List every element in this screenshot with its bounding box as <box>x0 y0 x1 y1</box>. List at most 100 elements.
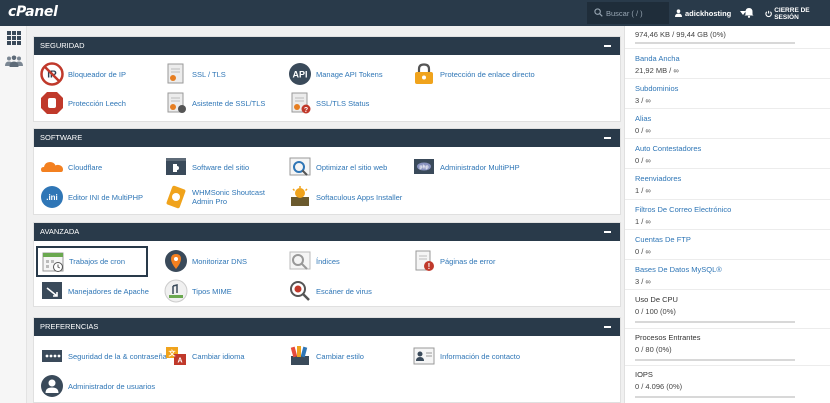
item-error-pages[interactable]: ! Páginas de error <box>412 247 495 275</box>
search-input[interactable] <box>606 6 666 20</box>
section-preferencias: PREFERENCIAS Seguridad de la & contraseñ… <box>33 317 621 403</box>
collapse-icon[interactable] <box>602 318 614 336</box>
section-header[interactable]: SOFTWARE <box>34 129 620 147</box>
svg-text:php: php <box>419 165 428 171</box>
logout-label: CIERRE DE SESIÓN <box>774 7 810 21</box>
divider <box>625 78 830 79</box>
divider <box>625 259 830 260</box>
gauge-icon <box>289 157 311 176</box>
stat-name[interactable]: Reenviadores <box>635 174 795 183</box>
logout-icon <box>765 10 772 18</box>
item-virus-scanner[interactable]: Escáner de virus <box>288 277 372 305</box>
item-multiphp-ini-editor[interactable]: .ini Editor INI de MultiPHP <box>40 183 143 211</box>
svg-text:!: ! <box>428 262 431 271</box>
apache-handlers-icon <box>42 282 62 299</box>
svg-text:A: A <box>177 358 182 365</box>
calendar-clock-icon <box>42 252 64 272</box>
virus-scanner-icon <box>290 281 310 301</box>
item-change-style[interactable]: Cambiar estilo <box>288 342 364 370</box>
item-ssl-wizard[interactable]: Asistente de SSL/TLS <box>164 89 265 117</box>
item-user-manager[interactable]: Administrador de usuarios <box>40 372 155 400</box>
stat-bandwidth: Banda Ancha 21,92 MB / ∞ <box>635 54 795 75</box>
item-indexes[interactable]: Índices <box>288 247 340 275</box>
stat-ftp-accounts: Cuentas De FTP 0 / ∞ <box>635 235 795 256</box>
collapse-icon[interactable] <box>602 223 614 241</box>
bell-icon[interactable] <box>744 7 754 18</box>
section-header[interactable]: PREFERENCIAS <box>34 318 620 336</box>
stat-mysql-databases: Bases De Datos MySQL® 3 / ∞ <box>635 265 795 286</box>
stat-value: 0 / ∞ <box>635 247 651 256</box>
puzzle-icon <box>166 158 186 175</box>
user-icon <box>675 9 682 17</box>
item-change-language[interactable]: 文 A Cambiar idioma <box>164 342 245 370</box>
item-whmsonic[interactable]: WHMSonic Shoutcast Admin Pro <box>164 183 276 211</box>
index-search-icon <box>289 251 311 270</box>
stat-progress-bar <box>635 321 795 323</box>
svg-text:?: ? <box>304 107 308 114</box>
stat-progress-bar <box>635 396 795 398</box>
item-hotlink-protection[interactable]: Protección de enlace directo <box>412 60 535 88</box>
section-header[interactable]: AVANZADA <box>34 223 620 241</box>
stat-value: 21,92 MB / ∞ <box>635 66 679 75</box>
item-optimize-website[interactable]: Optimizar el sitio web <box>288 153 387 181</box>
section-seguridad: SEGURIDAD IP Bloqueador de IP SSL / TLS … <box>33 36 621 122</box>
item-contact-info[interactable]: Información de contacto <box>412 342 520 370</box>
item-api-tokens[interactable]: API Manage API Tokens <box>288 60 383 88</box>
stat-name[interactable]: Alias <box>635 114 795 123</box>
stat-value: 3 / ∞ <box>635 96 651 105</box>
stat-entry-processes: Procesos Entrantes 0 / 80 (0%) <box>635 333 795 361</box>
section-title: AVANZADA <box>40 227 80 236</box>
divider <box>625 138 830 139</box>
item-apache-handlers[interactable]: Manejadores de Apache <box>40 277 149 305</box>
stat-name[interactable]: Auto Contestadores <box>635 144 795 153</box>
stat-progress-bar <box>635 359 795 361</box>
cpanel-logo[interactable]: cPanel <box>8 4 58 20</box>
item-ssl-tls[interactable]: SSL / TLS <box>164 60 226 88</box>
dns-monitor-icon <box>165 250 187 272</box>
logout-button[interactable]: CIERRE DE SESIÓN <box>765 7 830 21</box>
collapse-icon[interactable] <box>602 129 614 147</box>
stat-autoresponders: Auto Contestadores 0 / ∞ <box>635 144 795 165</box>
section-avanzada: AVANZADA Trabajos de cron Monitorizar DN… <box>33 222 621 307</box>
stat-value: 3 / ∞ <box>635 277 651 286</box>
divider <box>625 168 830 169</box>
search-box[interactable] <box>587 2 669 24</box>
item-cron-jobs[interactable]: Trabajos de cron <box>36 246 148 277</box>
stat-name[interactable]: Subdominios <box>635 84 795 93</box>
item-password-security[interactable]: Seguridad de la & contraseña <box>40 342 167 370</box>
collapse-icon[interactable] <box>602 37 614 55</box>
stat-name[interactable]: Filtros De Correo Electrónico <box>635 205 795 214</box>
item-cloudflare[interactable]: Cloudflare <box>40 153 102 181</box>
item-multiphp-manager[interactable]: php Administrador MultiPHP <box>412 153 520 181</box>
divider <box>625 108 830 109</box>
stat-value: 0 / 4.096 (0%) <box>635 382 683 391</box>
user-menu[interactable]: adickhosting <box>675 6 747 20</box>
stats-sidebar: 974,46 KB / 99,44 GB (0%) Banda Ancha 21… <box>624 26 830 403</box>
ip-blocker-icon: IP <box>40 62 64 86</box>
stat-value: 974,46 KB / 99,44 GB (0%) <box>635 30 726 39</box>
item-dns-monitor[interactable]: Monitorizar DNS <box>164 247 247 275</box>
stat-name: Uso De CPU <box>635 295 678 304</box>
stat-iops: IOPS 0 / 4.096 (0%) <box>635 370 795 398</box>
stat-aliases: Alias 0 / ∞ <box>635 114 795 135</box>
section-software: SOFTWARE Cloudflare Software del sitio O <box>33 128 621 215</box>
stat-name[interactable]: Bases De Datos MySQL® <box>635 265 795 274</box>
item-ip-blocker[interactable]: IP Bloqueador de IP <box>40 60 126 88</box>
users-icon[interactable] <box>5 55 23 67</box>
divider <box>625 289 830 290</box>
svg-text:API: API <box>292 70 307 80</box>
item-leech-protection[interactable]: Protección Leech <box>40 89 126 117</box>
item-softaculous[interactable]: Softaculous Apps Installer <box>288 183 402 211</box>
divider <box>625 328 830 329</box>
stat-subdomains: Subdominios 3 / ∞ <box>635 84 795 105</box>
stat-forwarders: Reenviadores 1 / ∞ <box>635 174 795 195</box>
stat-name[interactable]: Banda Ancha <box>635 54 795 63</box>
item-ssl-status[interactable]: ? SSL/TLS Status <box>288 89 369 117</box>
apps-grid-icon[interactable] <box>7 31 21 45</box>
section-header[interactable]: SEGURIDAD <box>34 37 620 55</box>
stat-name: Procesos Entrantes <box>635 333 701 342</box>
svg-text:.ini: .ini <box>46 193 58 202</box>
item-mime-types[interactable]: Tipos MIME <box>164 277 232 305</box>
item-site-software[interactable]: Software del sitio <box>164 153 249 181</box>
stat-name[interactable]: Cuentas De FTP <box>635 235 795 244</box>
